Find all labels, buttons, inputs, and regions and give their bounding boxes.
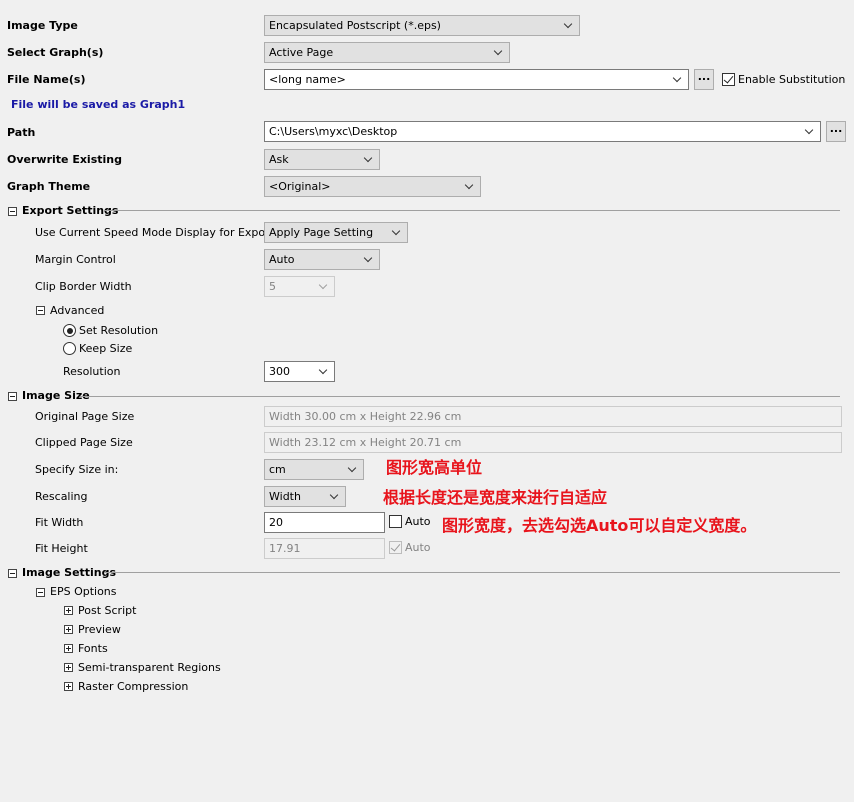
chevron-down-icon (804, 122, 816, 141)
path-label: Path (7, 126, 36, 139)
fit-width-label: Fit Width (35, 516, 84, 529)
chevron-down-icon (563, 16, 575, 35)
fit-width-input[interactable]: 20 (264, 512, 385, 533)
select-graphs-dropdown[interactable]: Active Page (264, 42, 510, 63)
specify-size-label: Specify Size in: (35, 463, 119, 476)
eps-options-collapse-icon[interactable] (36, 588, 45, 597)
checkmark-icon (723, 73, 734, 84)
margin-control-dropdown[interactable]: Auto (264, 249, 380, 270)
fonts-item[interactable]: Fonts (78, 642, 108, 656)
chevron-down-icon (493, 43, 505, 62)
post-script-item[interactable]: Post Script (78, 604, 136, 618)
image-settings-collapse-icon[interactable] (8, 569, 17, 578)
section-divider (104, 210, 840, 211)
resolution-value: 300 (269, 365, 290, 378)
advanced-title: Advanced (50, 304, 105, 317)
unit-annotation: 图形宽高单位 (386, 458, 483, 477)
rescaling-dropdown[interactable]: Width (264, 486, 346, 507)
image-type-value: Encapsulated Postscript (*.eps) (269, 19, 441, 32)
path-browse-button[interactable]: ... (826, 121, 846, 142)
fit-width-auto-label: Auto (405, 515, 431, 528)
set-resolution-label: Set Resolution (79, 324, 159, 337)
graph-theme-dropdown[interactable]: <Original> (264, 176, 481, 197)
margin-control-value: Auto (269, 253, 295, 266)
fit-height-auto-checkbox (389, 541, 402, 554)
clip-border-label: Clip Border Width (35, 280, 132, 293)
resolution-combo[interactable]: 300 (264, 361, 335, 382)
width-annotation: 图形宽度，去选勾选Auto可以自定义宽度。 (442, 516, 757, 535)
enable-substitution-label: Enable Substitution (738, 73, 846, 86)
image-size-collapse-icon[interactable] (8, 392, 17, 401)
rescaling-value: Width (269, 490, 301, 503)
image-type-label: Image Type (7, 19, 78, 32)
save-note: File will be saved as Graph1 (11, 98, 186, 111)
semi-transparent-item[interactable]: Semi-transparent Regions (78, 661, 221, 675)
specify-size-value: cm (269, 463, 286, 476)
rescaling-label: Rescaling (35, 490, 88, 503)
image-settings-title: Image Settings (22, 566, 117, 579)
fit-width-auto-checkbox[interactable] (389, 515, 402, 528)
fonts-expand-icon[interactable] (64, 644, 73, 653)
fit-height-auto-label: Auto (405, 541, 431, 554)
speed-mode-label: Use Current Speed Mode Display for Expor… (35, 226, 274, 239)
preview-item[interactable]: Preview (78, 623, 121, 637)
margin-control-label: Margin Control (35, 253, 116, 266)
fit-height-input: 17.91 (264, 538, 385, 559)
export-settings-collapse-icon[interactable] (8, 207, 17, 216)
specify-size-dropdown[interactable]: cm (264, 459, 364, 480)
clipped-page-field: Width 23.12 cm x Height 20.71 cm (264, 432, 842, 453)
file-names-value: <long name> (269, 73, 346, 86)
advanced-collapse-icon[interactable] (36, 306, 45, 315)
chevron-down-icon (391, 223, 403, 242)
graph-theme-value: <Original> (269, 180, 331, 193)
overwrite-value: Ask (269, 153, 289, 166)
semi-transparent-expand-icon[interactable] (64, 663, 73, 672)
select-graphs-label: Select Graph(s) (7, 46, 104, 59)
raster-compression-expand-icon[interactable] (64, 682, 73, 691)
path-value: C:\Users\myxc\Desktop (269, 125, 398, 138)
path-combo[interactable]: C:\Users\myxc\Desktop (264, 121, 821, 142)
eps-options-title: EPS Options (50, 585, 117, 598)
keep-size-radio[interactable] (63, 342, 76, 355)
set-resolution-radio[interactable] (63, 324, 76, 337)
overwrite-label: Overwrite Existing (7, 153, 122, 166)
resolution-label: Resolution (63, 365, 121, 378)
rescale-annotation: 根据长度还是宽度来进行自适应 (383, 488, 608, 507)
clip-border-value: 5 (269, 280, 276, 293)
file-names-combo[interactable]: <long name> (264, 69, 689, 90)
clip-border-dropdown: 5 (264, 276, 335, 297)
speed-mode-dropdown[interactable]: Apply Page Setting (264, 222, 408, 243)
chevron-down-icon (363, 150, 375, 169)
overwrite-dropdown[interactable]: Ask (264, 149, 380, 170)
select-graphs-value: Active Page (269, 46, 334, 59)
chevron-down-icon (347, 460, 359, 479)
speed-mode-value: Apply Page Setting (269, 226, 374, 239)
graph-theme-label: Graph Theme (7, 180, 91, 193)
chevron-down-icon (318, 362, 330, 381)
post-script-expand-icon[interactable] (64, 606, 73, 615)
image-type-dropdown[interactable]: Encapsulated Postscript (*.eps) (264, 15, 580, 36)
section-divider (104, 572, 840, 573)
original-page-label: Original Page Size (35, 410, 135, 423)
file-names-browse-button[interactable]: ... (694, 69, 714, 90)
original-page-field: Width 30.00 cm x Height 22.96 cm (264, 406, 842, 427)
section-divider (80, 396, 840, 397)
chevron-down-icon (363, 250, 375, 269)
keep-size-label: Keep Size (79, 342, 133, 355)
chevron-down-icon (464, 177, 476, 196)
fit-height-label: Fit Height (35, 542, 88, 555)
chevron-down-icon (672, 70, 684, 89)
checkmark-icon (390, 541, 401, 552)
enable-substitution-checkbox[interactable] (722, 73, 735, 86)
preview-expand-icon[interactable] (64, 625, 73, 634)
raster-compression-item[interactable]: Raster Compression (78, 680, 188, 694)
chevron-down-icon (329, 487, 341, 506)
clipped-page-label: Clipped Page Size (35, 436, 133, 449)
file-names-label: File Name(s) (7, 73, 86, 86)
chevron-down-icon (318, 277, 330, 296)
radio-selected-dot (66, 327, 73, 334)
export-settings-title: Export Settings (22, 204, 119, 217)
